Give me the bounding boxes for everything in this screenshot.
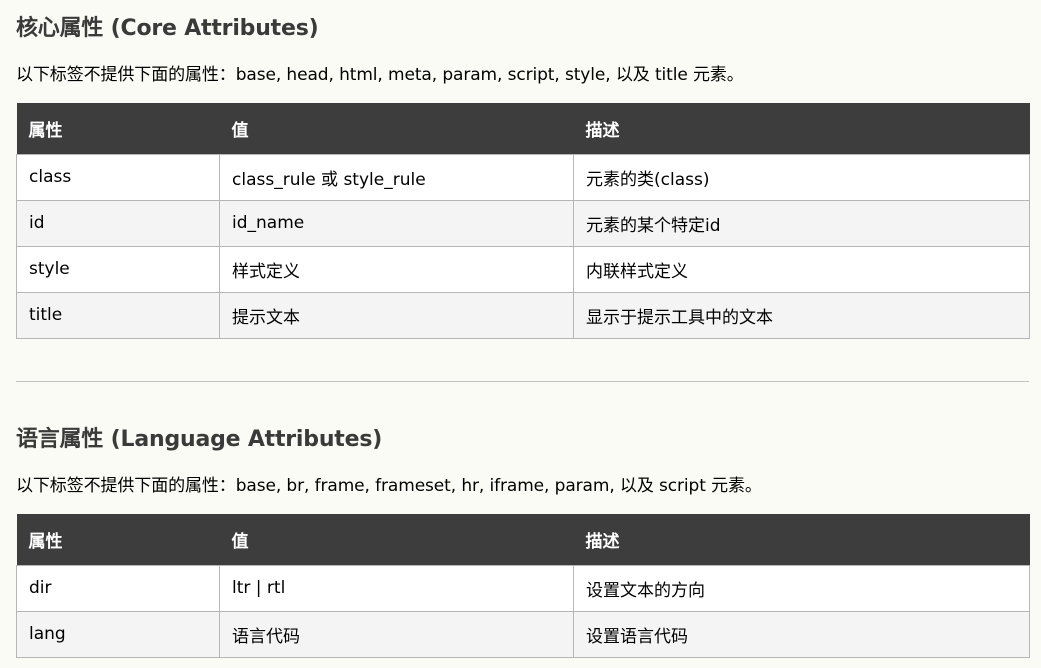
- cell-value: ltr | rtl: [219, 564, 574, 612]
- cell-attribute: title: [16, 291, 220, 339]
- cell-description: 元素的类(class): [573, 153, 1030, 201]
- table-header-row: 属性 值 描述: [16, 514, 1030, 565]
- header-description: 描述: [573, 103, 1030, 154]
- cell-attribute: style: [16, 245, 220, 293]
- table-header-row: 属性 值 描述: [16, 103, 1030, 154]
- table-row: style 样式定义 内联样式定义: [16, 245, 1030, 293]
- table-row: class class_rule 或 style_rule 元素的类(class…: [16, 153, 1030, 201]
- language-attributes-heading: 语言属性 (Language Attributes): [16, 427, 383, 452]
- cell-description: 内联样式定义: [573, 245, 1030, 293]
- cell-description: 设置语言代码: [573, 610, 1030, 658]
- table-row: title 提示文本 显示于提示工具中的文本: [16, 291, 1030, 339]
- core-attributes-heading: 核心属性 (Core Attributes): [16, 16, 319, 41]
- header-value: 值: [219, 514, 574, 565]
- cell-value: class_rule 或 style_rule: [219, 153, 574, 201]
- table-row: lang 语言代码 设置语言代码: [16, 610, 1030, 658]
- header-description: 描述: [573, 514, 1030, 565]
- cell-value: 样式定义: [219, 245, 574, 293]
- cell-attribute: dir: [16, 564, 220, 612]
- section-divider: [16, 381, 1029, 382]
- table-row: dir ltr | rtl 设置文本的方向: [16, 564, 1030, 612]
- cell-description: 显示于提示工具中的文本: [573, 291, 1030, 339]
- cell-description: 元素的某个特定id: [573, 199, 1030, 247]
- header-value: 值: [219, 103, 574, 154]
- cell-value: 提示文本: [219, 291, 574, 339]
- table-row: id id_name 元素的某个特定id: [16, 199, 1030, 247]
- cell-value: 语言代码: [219, 610, 574, 658]
- header-attribute: 属性: [16, 103, 220, 154]
- language-attributes-table: 属性 值 描述 dir ltr | rtl 设置文本的方向 lang 语言代码 …: [16, 514, 1030, 658]
- cell-attribute: lang: [16, 610, 220, 658]
- language-attributes-description: 以下标签不提供下面的属性：base, br, frame, frameset, …: [16, 476, 762, 496]
- core-attributes-table: 属性 值 描述 class class_rule 或 style_rule 元素…: [16, 103, 1030, 339]
- header-attribute: 属性: [16, 514, 220, 565]
- cell-value: id_name: [219, 199, 574, 247]
- cell-attribute: class: [16, 153, 220, 201]
- cell-description: 设置文本的方向: [573, 564, 1030, 612]
- cell-attribute: id: [16, 199, 220, 247]
- core-attributes-description: 以下标签不提供下面的属性：base, head, html, meta, par…: [16, 65, 744, 85]
